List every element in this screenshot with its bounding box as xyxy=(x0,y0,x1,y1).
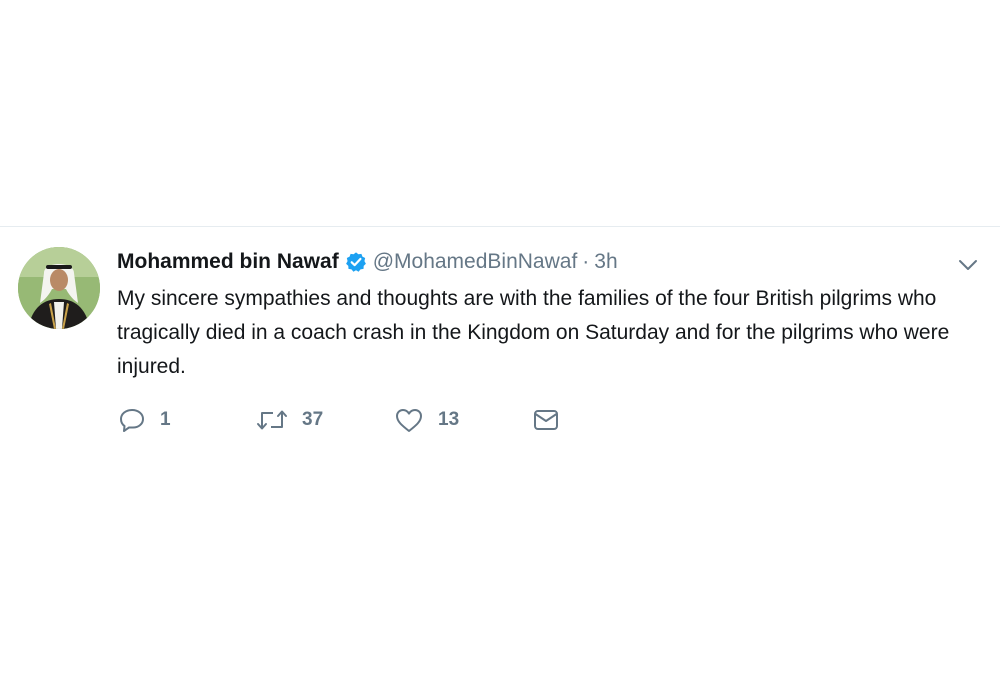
tweet-header: Mohammed bin Nawaf @MohamedBinNawaf · 3h xyxy=(117,248,618,276)
reply-button[interactable]: 1 xyxy=(118,405,171,435)
chevron-down-icon[interactable] xyxy=(956,253,980,277)
reply-icon xyxy=(118,406,146,434)
retweet-icon xyxy=(256,406,288,434)
avatar-image xyxy=(18,247,100,329)
envelope-icon xyxy=(532,406,560,434)
like-count: 13 xyxy=(438,409,460,430)
tweet-actions: 1 37 13 xyxy=(118,405,578,435)
like-button[interactable]: 13 xyxy=(394,405,459,435)
timestamp[interactable]: 3h xyxy=(594,250,617,274)
verified-badge-icon xyxy=(345,251,367,273)
tweet-text: My sincere sympathies and thoughts are w… xyxy=(117,287,950,378)
display-name[interactable]: Mohammed bin Nawaf xyxy=(117,250,339,274)
separator-dot: · xyxy=(582,250,590,273)
retweet-count: 37 xyxy=(302,409,324,430)
page: Mohammed bin Nawaf @MohamedBinNawaf · 3h… xyxy=(0,0,1000,685)
heart-icon xyxy=(394,406,424,434)
user-handle[interactable]: @MohamedBinNawaf xyxy=(373,250,578,274)
reply-count: 1 xyxy=(160,409,171,430)
tweet-card[interactable]: Mohammed bin Nawaf @MohamedBinNawaf · 3h… xyxy=(0,227,1000,467)
direct-message-button[interactable] xyxy=(532,405,560,435)
retweet-button[interactable]: 37 xyxy=(256,405,323,435)
avatar[interactable] xyxy=(18,247,100,329)
